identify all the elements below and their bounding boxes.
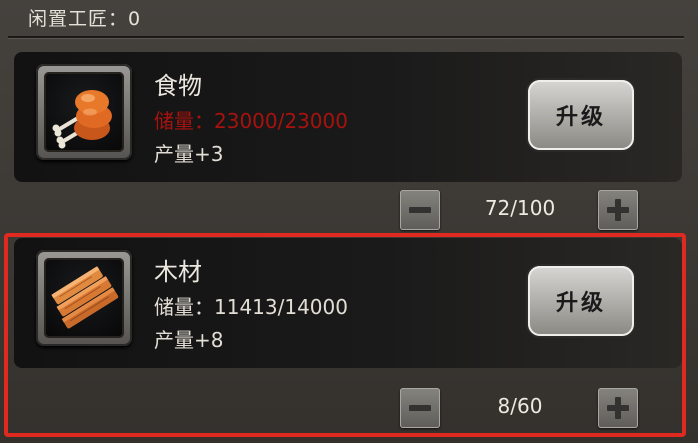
idle-workers-label: 闲置工匠：0 xyxy=(28,8,142,30)
wood-icon-frame xyxy=(36,250,132,346)
resource-output: 产量+3 xyxy=(154,142,224,166)
worker-stepper-wood: 8/60 xyxy=(0,388,698,432)
upgrade-button-wood[interactable]: 升级 xyxy=(528,266,634,336)
decrease-button-wood[interactable] xyxy=(400,388,440,428)
decrease-button-food[interactable] xyxy=(400,190,440,230)
worker-stepper-food: 72/100 xyxy=(0,190,698,234)
food-icon-frame xyxy=(36,64,132,160)
assigned-workers-value: 72/100 xyxy=(484,196,556,220)
resource-card-food: 食物 储量：23000/23000 产量+3 升级 xyxy=(14,52,682,182)
resource-card-wood: 木材 储量：11413/14000 产量+8 升级 xyxy=(14,238,682,368)
resource-name: 木材 xyxy=(154,258,202,286)
resource-storage: 储量：11413/14000 xyxy=(154,295,348,319)
increase-button-food[interactable] xyxy=(598,190,638,230)
resource-panel: 闲置工匠：0 食物 储量：23000/23000 产量+3 升级 72/100 … xyxy=(0,0,698,443)
resource-output: 产量+8 xyxy=(154,328,224,352)
resource-storage: 储量：23000/23000 xyxy=(154,109,348,133)
minus-icon xyxy=(409,405,431,411)
resource-name: 食物 xyxy=(154,72,202,100)
wood-planks-icon xyxy=(44,258,124,338)
upgrade-button-food[interactable]: 升级 xyxy=(528,80,634,150)
drumstick-icon xyxy=(44,72,124,152)
assigned-workers-value: 8/60 xyxy=(497,394,543,418)
increase-button-wood[interactable] xyxy=(598,388,638,428)
minus-icon xyxy=(409,207,431,213)
divider xyxy=(8,36,684,39)
